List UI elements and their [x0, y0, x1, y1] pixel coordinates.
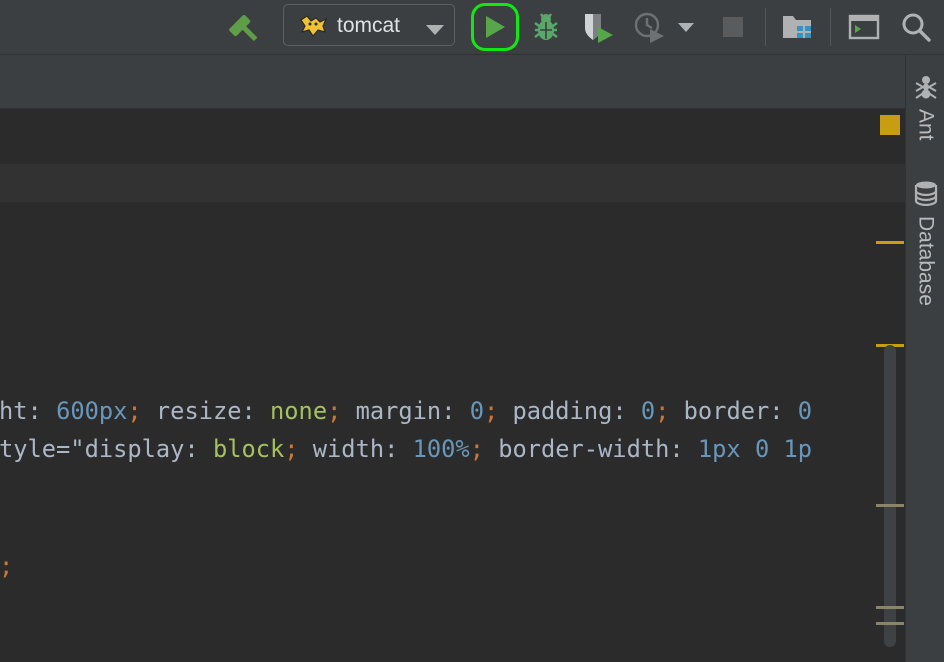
terminal-icon — [848, 13, 880, 41]
code-token: 0 — [469, 397, 484, 425]
code-token: ; — [469, 435, 499, 463]
main-toolbar: tomcat — [0, 0, 944, 55]
ant-icon — [913, 75, 939, 103]
code-token: ht — [0, 397, 28, 425]
run-with-coverage-button[interactable] — [578, 0, 618, 54]
stripe-marker[interactable] — [876, 606, 904, 609]
search-everywhere-button[interactable] — [896, 0, 936, 54]
inspection-status-marker[interactable] — [880, 115, 900, 135]
coverage-icon — [581, 10, 615, 44]
run-configuration-name: tomcat — [337, 14, 401, 37]
editor-tab-bar — [0, 55, 905, 109]
code-token: width — [312, 435, 385, 463]
code-token: ; — [327, 397, 356, 425]
code-token: 0 — [640, 397, 656, 425]
stop-icon — [722, 16, 744, 38]
code-token: px — [712, 435, 741, 463]
right-tool-window-strip: Ant Database — [905, 55, 944, 662]
project-structure-icon — [781, 12, 815, 42]
tool-window-label: Database — [914, 216, 938, 306]
toolbar-separator — [765, 8, 766, 46]
code-line: ht: 600px; resize: none; margin: 0; padd… — [0, 396, 812, 426]
toolbar-separator — [830, 8, 831, 46]
code-token: ; — [483, 397, 513, 425]
search-icon — [901, 12, 931, 42]
run-button[interactable] — [475, 0, 515, 54]
tool-window-tab-database[interactable]: Database — [906, 180, 944, 306]
run-icon — [483, 14, 507, 40]
code-line: tyle="display: block; width: 100%; borde… — [0, 434, 812, 464]
code-token: 1 — [697, 435, 713, 463]
database-icon — [913, 180, 939, 210]
code-token: px — [98, 397, 128, 425]
code-line: ; — [0, 551, 13, 581]
tool-window-tab-ant[interactable]: Ant — [906, 75, 944, 141]
tomcat-icon — [298, 14, 328, 42]
run-configuration-selector[interactable]: tomcat — [283, 4, 455, 46]
code-token: ; — [0, 552, 14, 580]
profiler-icon — [632, 10, 696, 44]
bug-icon — [531, 11, 561, 43]
stripe-marker[interactable] — [876, 622, 904, 625]
project-structure-button[interactable] — [778, 0, 818, 54]
debug-button[interactable] — [526, 0, 566, 54]
terminal-button[interactable] — [844, 0, 884, 54]
code-token: 1p — [783, 435, 813, 463]
code-token: : — [184, 435, 213, 463]
code-token: margin — [355, 397, 442, 425]
code-token: border — [683, 397, 770, 425]
code-token: : — [441, 397, 470, 425]
code-token: 100 — [412, 435, 456, 463]
code-token: tyle=" — [0, 435, 85, 463]
warning-stripe-marker[interactable] — [876, 241, 904, 244]
code-editor[interactable]: ht: 600px; resize: none; margin: 0; padd… — [0, 109, 905, 662]
code-token: display — [84, 435, 185, 463]
code-token: 600 — [56, 397, 99, 425]
code-token: : — [669, 435, 698, 463]
chevron-down-icon — [425, 21, 445, 40]
code-token: block — [212, 435, 285, 463]
code-token: none — [270, 397, 328, 425]
build-button[interactable] — [224, 0, 264, 54]
profile-button[interactable] — [632, 0, 696, 54]
vertical-scrollbar[interactable] — [884, 345, 896, 647]
code-token: ; — [655, 397, 684, 425]
code-token: : — [27, 397, 57, 425]
stripe-marker[interactable] — [876, 504, 904, 507]
code-token: 0 — [754, 435, 770, 463]
code-token: padding — [512, 397, 613, 425]
current-line-highlight — [0, 164, 905, 202]
code-token: ; — [284, 435, 313, 463]
code-token: : — [612, 397, 641, 425]
stop-button[interactable] — [713, 0, 753, 54]
code-token: : — [241, 397, 271, 425]
tool-window-label: Ant — [914, 109, 938, 141]
code-token: : — [769, 397, 798, 425]
code-token: : — [384, 435, 413, 463]
code-token: border-width — [498, 435, 670, 463]
code-token: resize — [155, 397, 242, 425]
code-token: % — [455, 435, 470, 463]
code-token: ; — [127, 397, 156, 425]
hammer-icon — [226, 10, 262, 44]
code-token: 0 — [797, 397, 813, 425]
